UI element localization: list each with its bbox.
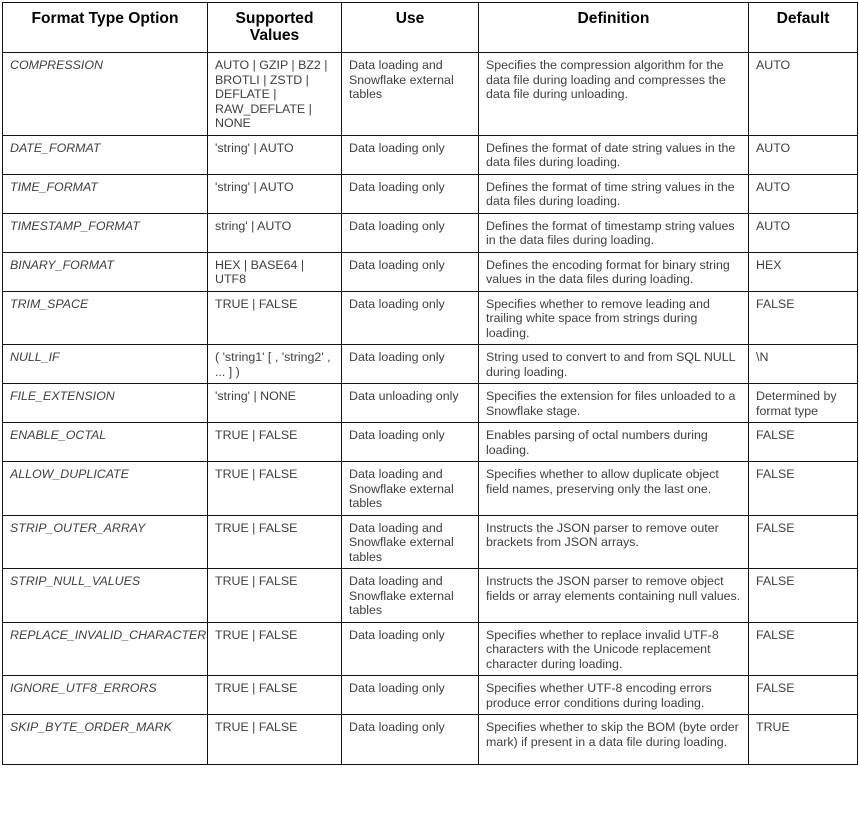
cell-default: AUTO xyxy=(748,134,858,175)
cell-format-type-option: REPLACE_INVALID_CHARACTERS xyxy=(2,621,208,676)
cell-default: FALSE xyxy=(748,675,858,715)
cell-default: \N xyxy=(748,344,858,384)
cell-use: Data loading only xyxy=(341,675,479,715)
cell-default: Determined by format type xyxy=(748,383,858,423)
cell-default: FALSE xyxy=(748,422,858,462)
cell-default: FALSE xyxy=(748,568,858,623)
header-row: Format Type Option Supported Values Use … xyxy=(2,2,858,53)
cell-use: Data loading only xyxy=(341,714,479,765)
cell-format-type-option: ENABLE_OCTAL xyxy=(2,422,208,462)
table-row: REPLACE_INVALID_CHARACTERS TRUE | FALSE D… xyxy=(2,621,858,676)
cell-use: Data loading and Snowflake external tabl… xyxy=(341,568,479,623)
cell-use: Data loading only xyxy=(341,621,479,676)
cell-definition: Specifies whether UTF-8 encoding errors … xyxy=(478,675,749,715)
header-definition: Definition xyxy=(478,2,749,53)
cell-default: FALSE xyxy=(748,290,858,345)
cell-use: Data loading only xyxy=(341,344,479,384)
cell-default: AUTO xyxy=(748,212,858,253)
table-row: COMPRESSION AUTO | GZIP | BZ2 | BROTLI | … xyxy=(2,52,858,136)
table-row: ENABLE_OCTAL TRUE | FALSE Data loading onl… xyxy=(2,422,858,462)
cell-use: Data loading only xyxy=(341,290,479,345)
cell-default: AUTO xyxy=(748,52,858,136)
table-row: FILE_EXTENSION'string' | NONE Data unload… xyxy=(2,383,858,423)
cell-definition: String used to convert to and from SQL N… xyxy=(478,344,749,384)
cell-default: FALSE xyxy=(748,621,858,676)
cell-use: Data loading only xyxy=(341,212,479,253)
table-row: STRIP_NULL_VALUES TRUE | FALSE Data loadin… xyxy=(2,568,858,623)
table-row: DATE_FORMAT'string' | AUTO Data loading o… xyxy=(2,134,858,175)
cell-definition: Specifies the compression algorithm for … xyxy=(478,52,749,136)
table-row: NULL_IF( 'string1' [ , 'string2' , ... ]… xyxy=(2,344,858,384)
cell-format-type-option: BINARY_FORMAT xyxy=(2,251,208,292)
table-row: TIME_FORMAT'string' | AUTO Data loading o… xyxy=(2,173,858,214)
cell-use: Data loading only xyxy=(341,173,479,214)
header-use: Use xyxy=(341,2,479,53)
table-body: COMPRESSION AUTO | GZIP | BZ2 | BROTLI | … xyxy=(2,52,858,765)
table-row: ALLOW_DUPLICATE TRUE | FALSE Data loading … xyxy=(2,461,858,516)
cell-definition: Defines the format of time string values… xyxy=(478,173,749,214)
cell-use: Data loading only xyxy=(341,251,479,292)
cell-definition: Specifies whether to allow duplicate obj… xyxy=(478,461,749,516)
cell-definition: Specifies the extension for files unload… xyxy=(478,383,749,423)
cell-default: HEX xyxy=(748,251,858,292)
header-supported-values: Supported Values xyxy=(207,2,342,53)
cell-format-type-option: STRIP_NULL_VALUES xyxy=(2,568,208,623)
cell-supported-values: TRUE | FALSE xyxy=(207,675,342,715)
cell-format-type-option: DATE_FORMAT xyxy=(2,134,208,175)
table-row: IGNORE_UTF8_ERRORS TRUE | FALSE Data loadi… xyxy=(2,675,858,715)
cell-format-type-option: NULL_IF xyxy=(2,344,208,384)
cell-format-type-option: COMPRESSION xyxy=(2,52,208,136)
cell-supported-values: TRUE | FALSE xyxy=(207,461,342,516)
cell-definition: Defines the format of date string values… xyxy=(478,134,749,175)
cell-use: Data loading and Snowflake external tabl… xyxy=(341,52,479,136)
table-header: Format Type Option Supported Values Use … xyxy=(2,2,858,53)
cell-definition: Defines the format of timestamp string v… xyxy=(478,212,749,253)
cell-format-type-option: TRIM_SPACE xyxy=(2,290,208,345)
cell-definition: Specifies whether to remove leading and … xyxy=(478,290,749,345)
cell-supported-values: AUTO | GZIP | BZ2 | BROTLI | ZSTD | DEFL… xyxy=(207,52,342,136)
cell-default: FALSE xyxy=(748,514,858,569)
cell-format-type-option: STRIP_OUTER_ARRAY xyxy=(2,514,208,569)
cell-use: Data loading only xyxy=(341,422,479,462)
cell-supported-values: TRUE | FALSE xyxy=(207,568,342,623)
cell-supported-values: ( 'string1' [ , 'string2' , ... ] ) xyxy=(207,344,342,384)
cell-supported-values: TRUE | FALSE xyxy=(207,714,342,765)
cell-supported-values: HEX | BASE64 | UTF8 xyxy=(207,251,342,292)
table-row: STRIP_OUTER_ARRAY TRUE | FALSE Data loadin… xyxy=(2,514,858,569)
cell-supported-values: 'string' | AUTO xyxy=(207,173,342,214)
cell-definition: Specifies whether to replace invalid UTF… xyxy=(478,621,749,676)
table-row: SKIP_BYTE_ORDER_MARK TRUE | FALSE Data loa… xyxy=(2,714,858,765)
cell-format-type-option: IGNORE_UTF8_ERRORS xyxy=(2,675,208,715)
cell-format-type-option: FILE_EXTENSION xyxy=(2,383,208,423)
cell-default: TRUE xyxy=(748,714,858,765)
cell-format-type-option: SKIP_BYTE_ORDER_MARK xyxy=(2,714,208,765)
cell-use: Data loading and Snowflake external tabl… xyxy=(341,514,479,569)
cell-format-type-option: TIMESTAMP_FORMAT xyxy=(2,212,208,253)
cell-format-type-option: ALLOW_DUPLICATE xyxy=(2,461,208,516)
cell-use: Data unloading only xyxy=(341,383,479,423)
cell-definition: Specifies whether to skip the BOM (byte … xyxy=(478,714,749,765)
header-format-type-option: Format Type Option xyxy=(2,2,208,53)
cell-supported-values: TRUE | FALSE xyxy=(207,290,342,345)
cell-use: Data loading and Snowflake external tabl… xyxy=(341,461,479,516)
cell-use: Data loading only xyxy=(341,134,479,175)
header-default: Default xyxy=(748,2,858,53)
cell-default: FALSE xyxy=(748,461,858,516)
cell-default: AUTO xyxy=(748,173,858,214)
cell-format-type-option: TIME_FORMAT xyxy=(2,173,208,214)
cell-definition: Instructs the JSON parser to remove oute… xyxy=(478,514,749,569)
cell-supported-values: TRUE | FALSE xyxy=(207,621,342,676)
cell-supported-values: 'string' | AUTO xyxy=(207,134,342,175)
format-options-table: Format Type Option Supported Values Use … xyxy=(2,2,858,765)
table-row: TRIM_SPACE TRUE | FALSE Data loading only S… xyxy=(2,290,858,345)
cell-definition: Instructs the JSON parser to remove obje… xyxy=(478,568,749,623)
table-row: BINARY_FORMAT HEX | BASE64 | UTF8 Data loa… xyxy=(2,251,858,292)
cell-supported-values: TRUE | FALSE xyxy=(207,422,342,462)
cell-supported-values: string' | AUTO xyxy=(207,212,342,253)
cell-definition: Enables parsing of octal numbers during … xyxy=(478,422,749,462)
cell-supported-values: 'string' | NONE xyxy=(207,383,342,423)
cell-definition: Defines the encoding format for binary s… xyxy=(478,251,749,292)
table-row: TIMESTAMP_FORMAT string' | AUTO Data loadi… xyxy=(2,212,858,253)
cell-supported-values: TRUE | FALSE xyxy=(207,514,342,569)
